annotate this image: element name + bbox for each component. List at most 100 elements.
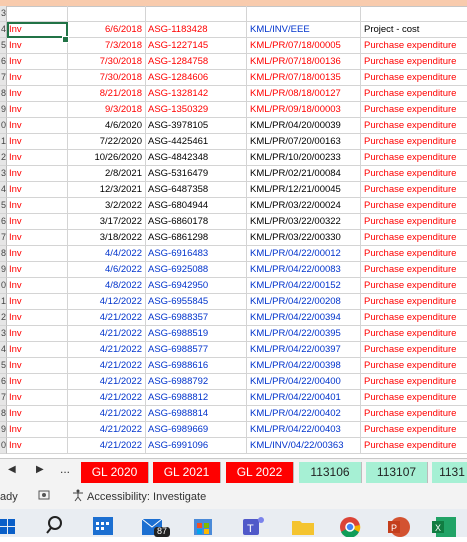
description-cell[interactable]: Purchase expenditure — [361, 390, 467, 406]
description-cell[interactable]: Purchase expenditure — [361, 230, 467, 246]
date-cell[interactable]: 4/21/2022 — [68, 358, 146, 374]
asg-id-cell[interactable]: ASG-1183428 — [146, 22, 247, 38]
date-cell[interactable]: 4/12/2022 — [68, 294, 146, 310]
teams-icon[interactable]: T — [240, 511, 266, 537]
asg-id-cell[interactable]: ASG-6860178 — [146, 214, 247, 230]
reference-cell[interactable]: KML/PR/04/22/00400 — [247, 374, 361, 390]
date-cell[interactable]: 4/6/2020 — [68, 118, 146, 134]
row-number[interactable]: 1 — [0, 134, 7, 150]
description-cell[interactable]: Purchase expenditure — [361, 86, 467, 102]
description-cell[interactable]: Purchase expenditure — [361, 294, 467, 310]
date-cell[interactable]: 4/21/2022 — [68, 342, 146, 358]
type-cell[interactable]: Inv — [7, 230, 68, 246]
asg-id-cell[interactable]: ASG-6487358 — [146, 182, 247, 198]
sheet-tab[interactable]: 113107 — [366, 462, 428, 483]
asg-id-cell[interactable]: ASG-6988357 — [146, 310, 247, 326]
type-cell[interactable]: Inv — [7, 134, 68, 150]
asg-id-cell[interactable]: ASG-6988792 — [146, 374, 247, 390]
date-cell[interactable]: 4/21/2022 — [68, 374, 146, 390]
macro-record-icon[interactable] — [38, 489, 50, 501]
more-tabs-button[interactable]: ... — [60, 462, 70, 476]
row-number[interactable]: 6 — [0, 374, 7, 390]
description-cell[interactable]: Purchase expenditure — [361, 342, 467, 358]
asg-id-cell[interactable]: ASG-6925088 — [146, 262, 247, 278]
row-number[interactable]: 4 — [0, 22, 7, 38]
row-number[interactable]: 0 — [0, 438, 7, 454]
reference-cell[interactable]: KML/PR/04/22/00083 — [247, 262, 361, 278]
date-cell[interactable] — [68, 6, 146, 22]
description-cell[interactable]: Purchase expenditure — [361, 198, 467, 214]
type-cell[interactable]: Inv — [7, 150, 68, 166]
type-cell[interactable]: Inv — [7, 70, 68, 86]
description-cell[interactable]: Purchase expenditure — [361, 102, 467, 118]
description-cell[interactable]: Purchase expenditure — [361, 422, 467, 438]
reference-cell[interactable]: KML/PR/04/22/00208 — [247, 294, 361, 310]
date-cell[interactable]: 12/3/2021 — [68, 182, 146, 198]
reference-cell[interactable]: KML/PR/09/18/00003 — [247, 102, 361, 118]
asg-id-cell[interactable]: ASG-6942950 — [146, 278, 247, 294]
type-cell[interactable]: Inv — [7, 438, 68, 454]
description-cell[interactable]: Purchase expenditure — [361, 118, 467, 134]
type-cell[interactable]: Inv — [7, 246, 68, 262]
description-cell[interactable]: Purchase expenditure — [361, 134, 467, 150]
date-cell[interactable]: 3/2/2022 — [68, 198, 146, 214]
reference-cell[interactable]: KML/PR/04/22/00397 — [247, 342, 361, 358]
type-cell[interactable]: Inv — [7, 390, 68, 406]
asg-id-cell[interactable]: ASG-6804944 — [146, 198, 247, 214]
date-cell[interactable]: 4/8/2022 — [68, 278, 146, 294]
fill-handle[interactable] — [62, 36, 69, 43]
reference-cell[interactable]: KML/PR/10/20/00233 — [247, 150, 361, 166]
reference-cell[interactable]: KML/PR/07/20/00163 — [247, 134, 361, 150]
reference-cell[interactable]: KML/PR/02/21/00084 — [247, 166, 361, 182]
asg-id-cell[interactable]: ASG-6955845 — [146, 294, 247, 310]
row-number[interactable]: 8 — [0, 406, 7, 422]
date-cell[interactable]: 4/4/2022 — [68, 246, 146, 262]
windows-icon[interactable] — [0, 511, 26, 537]
row-number[interactable]: 5 — [0, 38, 7, 54]
row-number[interactable]: 7 — [0, 390, 7, 406]
file-explorer-icon[interactable] — [290, 511, 316, 537]
row-number[interactable]: 8 — [0, 246, 7, 262]
reference-cell[interactable]: KML/INV/04/22/00363 — [247, 438, 361, 454]
scroll-tabs-left-icon[interactable]: ◀ — [8, 464, 16, 475]
description-cell[interactable]: Purchase expenditure — [361, 326, 467, 342]
type-cell[interactable]: Inv — [7, 406, 68, 422]
asg-id-cell[interactable]: ASG-4842348 — [146, 150, 247, 166]
description-cell[interactable]: Purchase expenditure — [361, 54, 467, 70]
asg-id-cell[interactable]: ASG-1328142 — [146, 86, 247, 102]
description-cell[interactable] — [361, 6, 467, 22]
date-cell[interactable]: 10/26/2020 — [68, 150, 146, 166]
description-cell[interactable]: Purchase expenditure — [361, 246, 467, 262]
type-cell[interactable]: Inv — [7, 22, 68, 38]
type-cell[interactable]: Inv — [7, 262, 68, 278]
description-cell[interactable]: Purchase expenditure — [361, 38, 467, 54]
date-cell[interactable]: 4/21/2022 — [68, 422, 146, 438]
reference-cell[interactable]: KML/PR/04/22/00395 — [247, 326, 361, 342]
row-number[interactable]: 9 — [0, 262, 7, 278]
type-cell[interactable] — [7, 6, 68, 22]
date-cell[interactable]: 7/22/2020 — [68, 134, 146, 150]
date-cell[interactable]: 2/8/2021 — [68, 166, 146, 182]
excel-icon[interactable]: X — [430, 511, 456, 537]
date-cell[interactable]: 7/30/2018 — [68, 54, 146, 70]
reference-cell[interactable]: KML/PR/04/20/00039 — [247, 118, 361, 134]
accessibility-status[interactable]: Accessibility: Investigate — [87, 491, 206, 503]
type-cell[interactable]: Inv — [7, 342, 68, 358]
reference-cell[interactable]: KML/PR/04/22/00152 — [247, 278, 361, 294]
date-cell[interactable]: 7/3/2018 — [68, 38, 146, 54]
reference-cell[interactable]: KML/PR/04/22/00403 — [247, 422, 361, 438]
reference-cell[interactable]: KML/PR/04/22/00012 — [247, 246, 361, 262]
type-cell[interactable]: Inv — [7, 182, 68, 198]
type-cell[interactable]: Inv — [7, 310, 68, 326]
row-number[interactable]: 6 — [0, 54, 7, 70]
asg-id-cell[interactable]: ASG-6988577 — [146, 342, 247, 358]
description-cell[interactable]: Purchase expenditure — [361, 70, 467, 86]
date-cell[interactable]: 4/21/2022 — [68, 326, 146, 342]
description-cell[interactable]: Purchase expenditure — [361, 358, 467, 374]
row-number[interactable]: 8 — [0, 86, 7, 102]
row-number[interactable]: 5 — [0, 198, 7, 214]
description-cell[interactable]: Purchase expenditure — [361, 278, 467, 294]
reference-cell[interactable]: KML/PR/07/18/00135 — [247, 70, 361, 86]
date-cell[interactable]: 4/21/2022 — [68, 310, 146, 326]
asg-id-cell[interactable]: ASG-1227145 — [146, 38, 247, 54]
